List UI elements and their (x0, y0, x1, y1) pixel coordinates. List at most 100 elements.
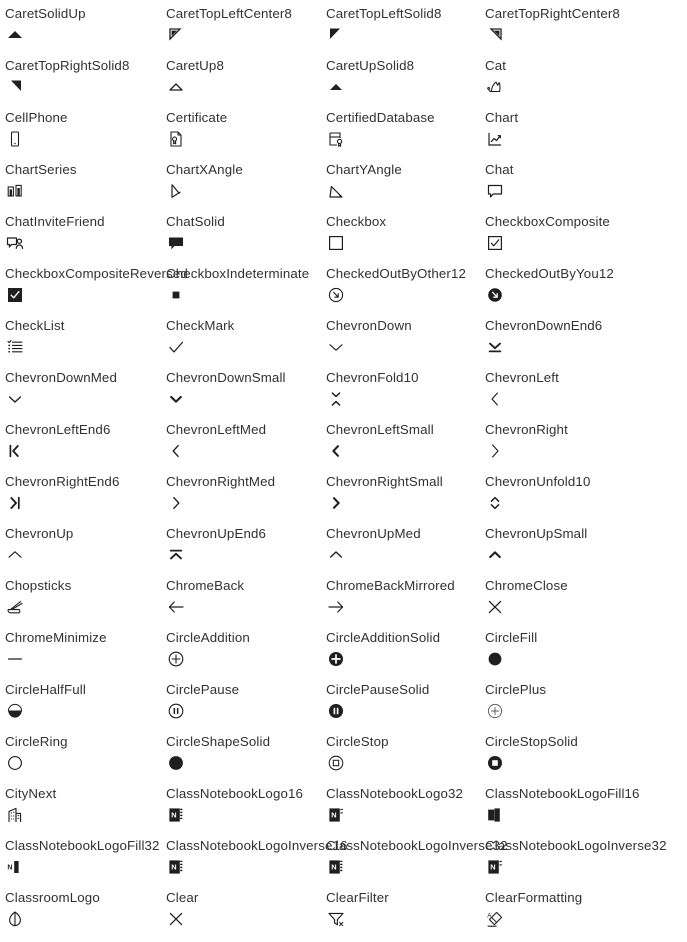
icon-cell[interactable]: CaretTopLeftCenter8 (166, 6, 326, 58)
icon-name-label: CaretUp8 (166, 58, 224, 73)
icon-cell[interactable]: ChartYAngle (326, 162, 485, 214)
icon-cell[interactable]: ClassroomLogo (5, 890, 166, 942)
icon-cell[interactable]: ChevronDownSmall (166, 370, 326, 422)
icon-cell[interactable]: CityNext (5, 786, 166, 838)
icon-cell[interactable]: CircleShapeSolid (166, 734, 326, 786)
icon-cell[interactable]: CheckMark (166, 318, 326, 370)
icon-name-label: CheckedOutByYou12 (485, 266, 614, 281)
icon-name-label: ClassNotebookLogoFill16 (485, 786, 640, 801)
icon-cell[interactable]: ClassNotebookLogoFill32 N (5, 838, 166, 890)
icon-cell[interactable]: CirclePlus (485, 682, 687, 734)
icon-cell[interactable]: ChevronDownMed (5, 370, 166, 422)
icon-cell[interactable]: ChromeClose (485, 578, 687, 630)
icon-name-label: ClassNotebookLogoInverse32 (326, 838, 508, 853)
icon-cell[interactable]: ClassNotebookLogo16 N (166, 786, 326, 838)
icon-cell[interactable]: ChatInviteFriend (5, 214, 166, 266)
icon-cell[interactable]: ChevronLeftMed (166, 422, 326, 474)
icon-cell[interactable]: ClassNotebookLogoInverse32 N (326, 838, 508, 890)
icon-cell[interactable]: ChevronFold10 (326, 370, 485, 422)
icon-cell[interactable]: ChevronLeft (485, 370, 687, 422)
icon-name-label: CellPhone (5, 110, 68, 125)
icon-cell[interactable]: ChevronDownEnd6 (485, 318, 687, 370)
icon-cell[interactable]: ChevronRight (485, 422, 687, 474)
icon-cell[interactable]: CaretUpSolid8 (326, 58, 485, 110)
icon-cell[interactable]: ChevronUnfold10 (485, 474, 687, 526)
chevron-down-med-icon (5, 389, 29, 409)
icon-cell[interactable]: ChatSolid (166, 214, 326, 266)
icon-cell[interactable]: Chart (485, 110, 687, 162)
icon-cell[interactable]: CirclePauseSolid (326, 682, 485, 734)
icon-cell[interactable]: CaretSolidUp (5, 6, 166, 58)
icon-cell[interactable]: CircleAdditionSolid (326, 630, 485, 682)
icon-cell[interactable]: Chopsticks (5, 578, 166, 630)
icon-cell[interactable]: CircleHalfFull (5, 682, 166, 734)
icon-cell[interactable]: CaretTopRightCenter8 (485, 6, 687, 58)
icon-cell[interactable]: ChevronLeftSmall (326, 422, 485, 474)
icon-name-label: ChevronDownSmall (166, 370, 286, 385)
icon-cell[interactable]: CircleStop (326, 734, 485, 786)
icon-name-label: ChevronUp (5, 526, 74, 541)
circle-pause-solid-icon (326, 701, 350, 721)
chat-invite-friend-icon (5, 233, 29, 253)
icon-cell[interactable]: CheckboxComposite (485, 214, 687, 266)
icon-name-label: Checkbox (326, 214, 387, 229)
icon-cell[interactable]: ChartXAngle (166, 162, 326, 214)
icon-cell[interactable]: ChevronRightMed (166, 474, 326, 526)
icon-cell[interactable]: Chat (485, 162, 687, 214)
class-notebook-logo-inverse32b-icon: N (485, 857, 509, 877)
class-notebook-logo32-icon: N (326, 805, 350, 825)
icon-cell[interactable]: CheckedOutByYou12 (485, 266, 687, 318)
icon-cell[interactable]: ChevronUpSmall (485, 526, 687, 578)
icon-name-label: ChromeBack (166, 578, 245, 593)
icon-name-label: CirclePlus (485, 682, 547, 697)
caret-top-left-center8-icon (166, 25, 190, 45)
icon-cell[interactable]: CirclePause (166, 682, 326, 734)
icon-name-label: Clear (166, 890, 199, 905)
icon-cell[interactable]: CheckList (5, 318, 166, 370)
icon-cell[interactable]: CircleRing (5, 734, 166, 786)
icon-cell[interactable]: ClearFilter (326, 890, 485, 942)
icon-cell[interactable]: ChromeMinimize (5, 630, 166, 682)
icon-cell[interactable]: CellPhone (5, 110, 166, 162)
icon-cell[interactable]: ChevronDown (326, 318, 485, 370)
icon-cell[interactable]: ChevronRightSmall (326, 474, 485, 526)
icon-cell[interactable]: ChromeBackMirrored (326, 578, 485, 630)
icon-cell[interactable]: ChevronUp (5, 526, 166, 578)
icon-cell[interactable]: ClassNotebookLogoInverse16 N (166, 838, 347, 890)
icon-cell[interactable]: CaretUp8 (166, 58, 326, 110)
icon-cell[interactable]: Cat (485, 58, 687, 110)
icon-cell[interactable]: CheckboxIndeterminate (166, 266, 326, 318)
icon-cell[interactable]: CheckboxCompositeReversed (5, 266, 188, 318)
class-notebook-logo16-icon: N (166, 805, 190, 825)
icon-cell[interactable]: ChromeBack (166, 578, 326, 630)
icon-cell[interactable]: ChartSeries (5, 162, 166, 214)
icon-name-label: Chat (485, 162, 514, 177)
icon-cell[interactable]: ChevronUpEnd6 (166, 526, 326, 578)
icon-cell[interactable]: Certificate (166, 110, 326, 162)
icon-cell[interactable]: ClassNotebookLogoFill16 N (485, 786, 687, 838)
icon-name-label: CertifiedDatabase (326, 110, 435, 125)
icon-cell[interactable]: CheckedOutByOther12 (326, 266, 485, 318)
icon-cell[interactable]: CircleStopSolid (485, 734, 687, 786)
icon-cell[interactable]: ChevronUpMed (326, 526, 485, 578)
icon-cell[interactable]: ClearFormatting A (485, 890, 687, 942)
icon-name-label: CheckboxIndeterminate (166, 266, 310, 281)
icon-cell[interactable]: ChevronLeftEnd6 (5, 422, 166, 474)
icon-cell[interactable]: ClassNotebookLogoInverse32 N (485, 838, 687, 890)
icon-name-label: CircleStop (326, 734, 389, 749)
icon-cell[interactable]: ChevronRightEnd6 (5, 474, 166, 526)
icon-cell[interactable]: CircleFill (485, 630, 687, 682)
icon-cell[interactable]: Checkbox (326, 214, 485, 266)
icon-cell[interactable]: CertifiedDatabase (326, 110, 485, 162)
icon-cell[interactable]: Clear (166, 890, 326, 942)
chevron-left-small-icon (326, 441, 350, 461)
icon-name-label: CheckedOutByOther12 (326, 266, 467, 281)
icon-cell[interactable]: CaretTopLeftSolid8 (326, 6, 485, 58)
chevron-down-end6-icon (485, 337, 509, 357)
icon-cell[interactable]: CaretTopRightSolid8 (5, 58, 166, 110)
svg-text:N: N (171, 811, 176, 820)
icon-cell[interactable]: CircleAddition (166, 630, 326, 682)
circle-ring-icon (5, 753, 29, 773)
icon-name-label: ChartXAngle (166, 162, 243, 177)
icon-cell[interactable]: ClassNotebookLogo32 N (326, 786, 485, 838)
